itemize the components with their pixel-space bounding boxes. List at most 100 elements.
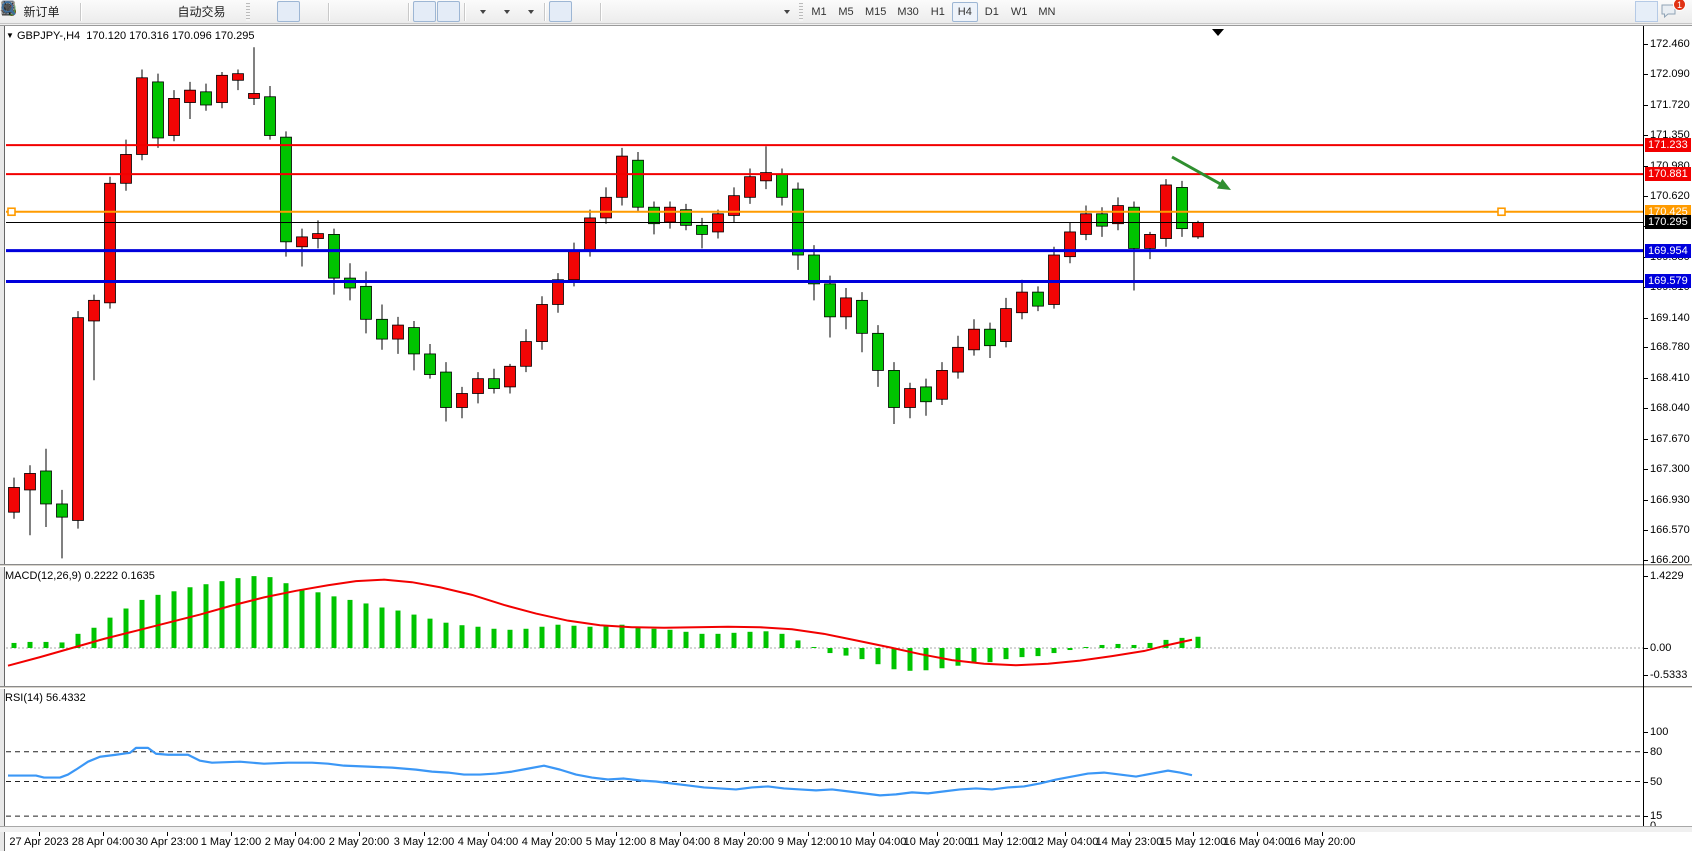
trend-arrow: [1172, 157, 1224, 186]
macd-tick-label: -0.5333: [1650, 669, 1687, 681]
price-tick: [1644, 408, 1648, 409]
date-tick-label: 2 May 20:00: [329, 836, 390, 848]
price-tick: [1644, 318, 1648, 319]
horizontal-line-button[interactable]: [629, 1, 652, 22]
price-tick-label: 166.570: [1650, 524, 1690, 536]
macd-tick-label: 1.4229: [1650, 570, 1684, 582]
price-tick-label: 167.670: [1650, 433, 1690, 445]
main-chart[interactable]: [6, 26, 1643, 564]
date-tick-label: 2 May 04:00: [265, 836, 326, 848]
auto-trading-button[interactable]: 自动交易: [157, 1, 243, 22]
candlestick-chart-button[interactable]: [277, 1, 300, 22]
timeframe-m15[interactable]: M15: [860, 2, 891, 22]
date-axis[interactable]: 27 Apr 202328 Apr 04:0030 Apr 23:001 May…: [6, 831, 1692, 851]
timeframe-m1[interactable]: M1: [806, 2, 832, 22]
timeframe-mn[interactable]: MN: [1033, 2, 1060, 22]
price-tick: [1644, 196, 1648, 197]
auto-scroll-button[interactable]: [413, 1, 436, 22]
chart-shift-marker[interactable]: [1212, 29, 1224, 36]
text-label-button[interactable]: T: [749, 1, 772, 22]
date-tick-label: 10 May 04:00: [840, 836, 907, 848]
chart-shift-button[interactable]: [437, 1, 460, 22]
price-tick: [1644, 378, 1648, 379]
macd-histogram: [12, 576, 1201, 671]
channel-button[interactable]: E: [677, 1, 700, 22]
date-tick-label: 28 Apr 04:00: [72, 836, 134, 848]
signals-button[interactable]: [133, 1, 156, 22]
timeframe-m5[interactable]: M5: [833, 2, 859, 22]
auto-trading-label: 自动交易: [177, 3, 225, 20]
tile-windows-button[interactable]: [381, 1, 404, 22]
new-order-label: 新订单: [23, 3, 59, 20]
separator: [544, 3, 545, 21]
rsi-tick-label: 50: [1650, 776, 1662, 788]
search-button[interactable]: [1635, 1, 1658, 22]
bar-chart-button[interactable]: [253, 1, 276, 22]
date-tick-label: 1 May 12:00: [201, 836, 262, 848]
price-tick-label: 168.410: [1650, 372, 1690, 384]
date-tick-label: 30 Apr 23:00: [136, 836, 198, 848]
timeframe-d1[interactable]: D1: [979, 2, 1005, 22]
chart-title: ▼ GBPJPY-,H4 170.120 170.316 170.096 170…: [6, 30, 255, 42]
notification-badge: 1: [1673, 0, 1686, 11]
zoom-out-button[interactable]: [357, 1, 380, 22]
price-tick-label: 171.720: [1650, 99, 1690, 111]
market-button[interactable]: [85, 1, 108, 22]
timeframe-h1[interactable]: H1: [925, 2, 951, 22]
ohlc-values: 170.120 170.316 170.096 170.295: [86, 30, 254, 42]
toolbar: 新订单 自动交易: [0, 0, 1692, 24]
indicators-button[interactable]: [469, 1, 492, 22]
date-tick-label: 5 May 12:00: [586, 836, 647, 848]
price-tick-label: 168.780: [1650, 341, 1690, 353]
price-tick: [1644, 560, 1648, 561]
crosshair-button[interactable]: [573, 1, 596, 22]
chat-button[interactable]: 1: [1659, 1, 1682, 22]
zoom-in-button[interactable]: [333, 1, 356, 22]
separator: [464, 3, 465, 21]
chevron-down-icon: ▼: [6, 31, 14, 40]
text-button[interactable]: A: [725, 1, 748, 22]
line-chart-button[interactable]: [301, 1, 324, 22]
rsi-tick: [1644, 752, 1648, 753]
timeframe-h4[interactable]: H4: [952, 2, 978, 22]
macd-panel[interactable]: [6, 567, 1643, 686]
date-tick-label: 9 May 12:00: [778, 836, 839, 848]
chart-window: ▼ GBPJPY-,H4 170.120 170.316 170.096 170…: [0, 25, 1692, 857]
dropdown-caret-icon: [528, 10, 534, 14]
cursor-button[interactable]: [549, 1, 572, 22]
dropdown-caret-icon: [480, 10, 486, 14]
rsi-panel[interactable]: [6, 689, 1643, 831]
vertical-line-button[interactable]: [605, 1, 628, 22]
community-button[interactable]: [109, 1, 132, 22]
periods-button[interactable]: [493, 1, 516, 22]
price-tick-label: 170.620: [1650, 190, 1690, 202]
toolbar-grip: [246, 3, 250, 21]
date-tick-label: 4 May 20:00: [522, 836, 583, 848]
price-tick-label: 172.460: [1650, 38, 1690, 50]
window-bottom-edge: [0, 826, 1692, 832]
separator: [80, 3, 81, 21]
separator: [408, 3, 409, 21]
templates-button[interactable]: [517, 1, 540, 22]
price-axis-border: [1643, 26, 1644, 831]
date-tick-label: 16 May 04:00: [1224, 836, 1291, 848]
price-line-label: 170.295: [1645, 215, 1691, 229]
price-tick: [1644, 439, 1648, 440]
price-tick: [1644, 500, 1648, 501]
fibonacci-button[interactable]: F: [701, 1, 724, 22]
date-tick-label: 16 May 20:00: [1289, 836, 1356, 848]
timeframe-m30[interactable]: M30: [892, 2, 923, 22]
candles-layer: [9, 47, 1204, 558]
dropdown-caret-icon: [784, 10, 790, 14]
price-tick-label: 172.090: [1650, 68, 1690, 80]
date-tick-label: 4 May 04:00: [458, 836, 519, 848]
price-tick: [1644, 105, 1648, 106]
symbol-period-label: GBPJPY-,H4: [17, 30, 80, 42]
arrows-button[interactable]: [773, 1, 796, 22]
price-line-label: 170.881: [1645, 167, 1691, 181]
date-tick-label: 11 May 12:00: [968, 836, 1034, 848]
timeframe-w1[interactable]: W1: [1006, 2, 1033, 22]
trendline-button[interactable]: [653, 1, 676, 22]
horizontal-lines-layer: [6, 145, 1643, 281]
price-tick: [1644, 44, 1648, 45]
